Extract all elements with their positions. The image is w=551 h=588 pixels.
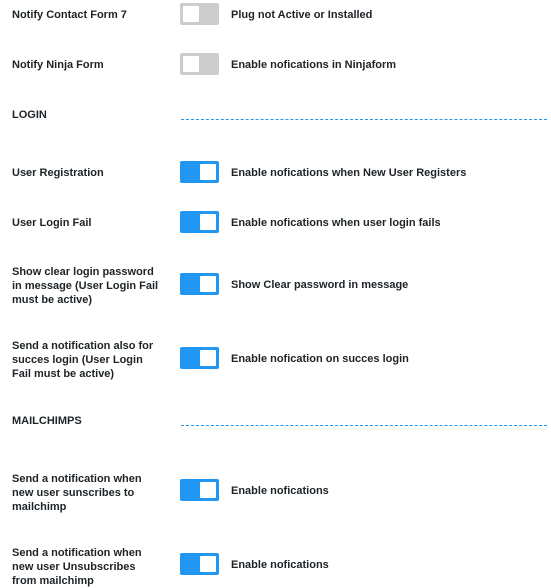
row-desc-user-login-fail: Enable nofications when user login fails xyxy=(231,217,441,229)
toggle-knob xyxy=(200,164,216,180)
row-desc-mailchimp-subscribe: Enable nofications xyxy=(231,485,329,497)
row-label-mailchimp-subscribe: Send a notification when new user sunscr… xyxy=(12,473,142,513)
toggle-notify-contact-form-7[interactable] xyxy=(180,3,219,25)
toggle-knob xyxy=(200,556,216,572)
toggle-show-clear-password[interactable] xyxy=(180,273,219,295)
toggle-knob xyxy=(200,350,216,366)
row-label-mailchimp-unsubscribe: Send a notification when new user Unsubs… xyxy=(12,547,142,587)
section-title-mailchimps: MAILCHIMPS xyxy=(12,415,82,427)
row-label-notify-contact-form-7: Notify Contact Form 7 xyxy=(12,9,127,21)
row-desc-notify-ninja-form: Enable nofications in Ninjaform xyxy=(231,59,397,71)
toggle-mailchimp-unsubscribe[interactable] xyxy=(180,553,219,575)
toggle-mailchimp-subscribe[interactable] xyxy=(180,479,219,501)
row-label-succes-login: Send a notification also for succes logi… xyxy=(12,340,154,380)
row-desc-notify-contact-form-7: Plug not Active or Installed xyxy=(231,9,373,21)
toggle-knob xyxy=(183,56,199,72)
toggle-succes-login[interactable] xyxy=(180,347,219,369)
row-desc-user-registration: Enable nofications when New User Registe… xyxy=(231,167,467,179)
section-divider-login xyxy=(181,119,547,120)
toggle-user-login-fail[interactable] xyxy=(180,211,219,233)
row-label-show-clear-password: Show clear login password in message (Us… xyxy=(12,266,159,306)
row-desc-succes-login: Enable nofication on succes login xyxy=(231,353,409,365)
row-desc-mailchimp-unsubscribe: Enable nofications xyxy=(231,559,329,571)
row-label-user-registration: User Registration xyxy=(12,167,104,179)
toggle-knob xyxy=(200,214,216,230)
row-desc-show-clear-password: Show Clear password in message xyxy=(231,279,409,291)
toggle-knob xyxy=(183,6,199,22)
row-label-notify-ninja-form: Notify Ninja Form xyxy=(12,59,104,71)
toggle-notify-ninja-form[interactable] xyxy=(180,53,219,75)
section-divider-mailchimps xyxy=(181,425,547,426)
toggle-knob xyxy=(200,276,216,292)
toggle-knob xyxy=(200,482,216,498)
toggle-user-registration[interactable] xyxy=(180,161,219,183)
row-label-user-login-fail: User Login Fail xyxy=(12,217,92,229)
section-title-login: LOGIN xyxy=(12,109,47,121)
